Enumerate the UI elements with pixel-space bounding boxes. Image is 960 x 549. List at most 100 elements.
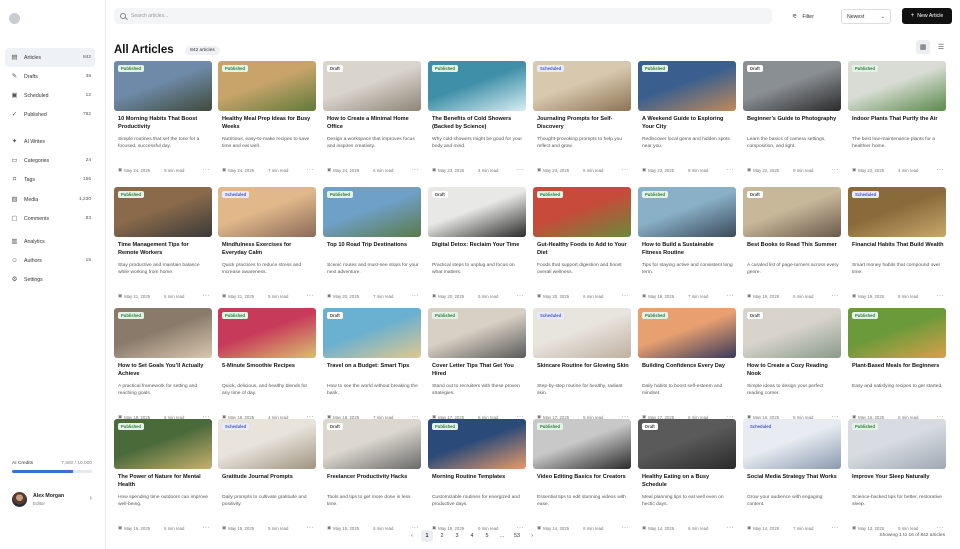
- article-card[interactable]: Draft Travel on a Budget: Smart Tips How t…: [323, 308, 421, 426]
- sidebar-item-analytics[interactable]: ▥ Analytics: [5, 232, 95, 251]
- sidebar-item-tags[interactable]: ⌗ Tags 156: [5, 170, 95, 189]
- more-options-icon[interactable]: ···: [832, 525, 840, 531]
- article-title[interactable]: How to Create a Cozy Reading Nook: [747, 363, 839, 378]
- page-button[interactable]: 5: [481, 530, 493, 542]
- article-title[interactable]: Building Confidence Every Day: [642, 363, 734, 371]
- page-button[interactable]: 2: [436, 530, 448, 542]
- article-title[interactable]: The Benefits of Cold Showers (Backed by …: [432, 116, 524, 131]
- more-options-icon[interactable]: ···: [727, 167, 735, 173]
- next-page-icon[interactable]: ›: [526, 530, 538, 542]
- article-card[interactable]: Published Video Editing Basics for Creato…: [533, 419, 631, 537]
- filter-button[interactable]: ⚟ Filter: [792, 9, 814, 24]
- article-card[interactable]: Draft How to Create a Minimal Home Office…: [323, 61, 421, 179]
- more-options-icon[interactable]: ···: [517, 293, 525, 299]
- article-thumbnail[interactable]: Published: [114, 308, 212, 358]
- article-card[interactable]: Draft Freelancer Productivity Hacks Tools …: [323, 419, 421, 537]
- article-thumbnail[interactable]: Draft: [428, 187, 526, 237]
- article-thumbnail[interactable]: Published: [114, 187, 212, 237]
- article-title[interactable]: Healthy Meal Prep Ideas for Busy Weeks: [222, 116, 314, 131]
- article-thumbnail[interactable]: Draft: [743, 187, 841, 237]
- article-title[interactable]: Best Books to Read This Summer: [747, 242, 839, 250]
- article-title[interactable]: The Power of Nature for Mental Health: [118, 474, 210, 489]
- article-card[interactable]: Published 5-Minute Smoothie Recipes Quick,…: [218, 308, 316, 426]
- more-options-icon[interactable]: ···: [622, 525, 630, 531]
- more-options-icon[interactable]: ···: [937, 167, 945, 173]
- article-thumbnail[interactable]: Published: [114, 419, 212, 469]
- article-title[interactable]: Social Media Strategy That Works: [747, 474, 839, 482]
- article-title[interactable]: Financial Habits That Build Wealth: [852, 242, 944, 250]
- article-title[interactable]: Cover Letter Tips That Get You Hired: [432, 363, 524, 378]
- article-thumbnail[interactable]: Draft: [743, 308, 841, 358]
- article-title[interactable]: Gut-Healthy Foods to Add to Your Diet: [537, 242, 629, 257]
- article-thumbnail[interactable]: Draft: [323, 61, 421, 111]
- article-thumbnail[interactable]: Scheduled: [218, 419, 316, 469]
- list-view-icon[interactable]: ☰: [934, 40, 948, 54]
- article-card[interactable]: Draft Digital Detox: Reclaim Your Time Pra…: [428, 187, 526, 305]
- article-thumbnail[interactable]: Draft: [323, 308, 421, 358]
- article-card[interactable]: Scheduled Gratitude Journal Prompts Daily …: [218, 419, 316, 537]
- article-card[interactable]: Published The Power of Nature for Mental …: [114, 419, 212, 537]
- more-options-icon[interactable]: ···: [307, 525, 315, 531]
- page-button[interactable]: 53: [511, 530, 523, 542]
- article-thumbnail[interactable]: Published: [638, 61, 736, 111]
- article-card[interactable]: Scheduled Financial Habits That Build Wea…: [848, 187, 946, 305]
- article-card[interactable]: Scheduled Journaling Prompts for Self-Dis…: [533, 61, 631, 179]
- more-options-icon[interactable]: ···: [937, 525, 945, 531]
- search-input[interactable]: Search articles...: [114, 8, 772, 24]
- article-thumbnail[interactable]: Published: [428, 419, 526, 469]
- article-thumbnail[interactable]: Published: [638, 187, 736, 237]
- article-title[interactable]: Improve Your Sleep Naturally: [852, 474, 944, 482]
- sidebar-item-articles[interactable]: ▤ Articles 842: [5, 48, 95, 67]
- more-options-icon[interactable]: ···: [622, 167, 630, 173]
- article-thumbnail[interactable]: Scheduled: [218, 187, 316, 237]
- article-thumbnail[interactable]: Published: [848, 61, 946, 111]
- article-card[interactable]: Published A Weekend Guide to Exploring Yo…: [638, 61, 736, 179]
- article-thumbnail[interactable]: Draft: [323, 419, 421, 469]
- more-options-icon[interactable]: ···: [307, 167, 315, 173]
- sidebar-item-settings[interactable]: ⚙ Settings: [5, 270, 95, 289]
- more-options-icon[interactable]: ···: [203, 525, 211, 531]
- article-thumbnail[interactable]: Draft: [743, 61, 841, 111]
- article-title[interactable]: How to Create a Minimal Home Office: [327, 116, 419, 131]
- article-card[interactable]: Published Time Management Tips for Remote…: [114, 187, 212, 305]
- article-title[interactable]: Indoor Plants That Purify the Air: [852, 116, 944, 124]
- more-options-icon[interactable]: ···: [727, 525, 735, 531]
- article-title[interactable]: Beginner’s Guide to Photography: [747, 116, 839, 124]
- article-thumbnail[interactable]: Published: [533, 419, 631, 469]
- article-card[interactable]: Published Indoor Plants That Purify the A…: [848, 61, 946, 179]
- article-title[interactable]: 5-Minute Smoothie Recipes: [222, 363, 314, 371]
- sidebar-item-categories[interactable]: ▭ Categories 24: [5, 151, 95, 170]
- article-thumbnail[interactable]: Scheduled: [533, 308, 631, 358]
- page-button[interactable]: 1: [421, 530, 433, 542]
- more-options-icon[interactable]: ···: [622, 293, 630, 299]
- article-title[interactable]: How to Set Goals You’ll Actually Achieve: [118, 363, 210, 378]
- sidebar-item-ai-writes[interactable]: ✦ AI Writes: [5, 132, 95, 151]
- article-card[interactable]: Published 10 Morning Habits That Boost Pr…: [114, 61, 212, 179]
- article-title[interactable]: Video Editing Basics for Creators: [537, 474, 629, 482]
- article-title[interactable]: Journaling Prompts for Self-Discovery: [537, 116, 629, 131]
- sidebar-item-published[interactable]: ✓ Published 792: [5, 105, 95, 124]
- sidebar-item-drafts[interactable]: ✎ Drafts 38: [5, 67, 95, 86]
- article-thumbnail[interactable]: Published: [323, 187, 421, 237]
- article-thumbnail[interactable]: Published: [428, 61, 526, 111]
- sidebar-item-media[interactable]: ▧ Media 1,230: [5, 190, 95, 209]
- article-title[interactable]: Skincare Routine for Glowing Skin: [537, 363, 629, 371]
- article-card[interactable]: Published How to Set Goals You’ll Actuall…: [114, 308, 212, 426]
- sort-select[interactable]: Newest ⌄: [841, 9, 891, 24]
- article-title[interactable]: Freelancer Productivity Hacks: [327, 474, 419, 482]
- logo-icon[interactable]: [9, 13, 20, 24]
- article-thumbnail[interactable]: Published: [848, 308, 946, 358]
- sidebar-item-comments[interactable]: ▢ Comments 83: [5, 209, 95, 228]
- article-title[interactable]: 10 Morning Habits That Boost Productivit…: [118, 116, 210, 131]
- more-options-icon[interactable]: ···: [412, 167, 420, 173]
- article-thumbnail[interactable]: Published: [218, 61, 316, 111]
- article-title[interactable]: Mindfulness Exercises for Everyday Calm: [222, 242, 314, 257]
- article-card[interactable]: Draft Best Books to Read This Summer A cur…: [743, 187, 841, 305]
- article-card[interactable]: Scheduled Social Media Strategy That Work…: [743, 419, 841, 537]
- article-thumbnail[interactable]: Scheduled: [743, 419, 841, 469]
- page-button[interactable]: 3: [451, 530, 463, 542]
- article-title[interactable]: A Weekend Guide to Exploring Your City: [642, 116, 734, 131]
- article-card[interactable]: Published Cover Letter Tips That Get You …: [428, 308, 526, 426]
- more-options-icon[interactable]: ···: [832, 293, 840, 299]
- more-options-icon[interactable]: ···: [832, 167, 840, 173]
